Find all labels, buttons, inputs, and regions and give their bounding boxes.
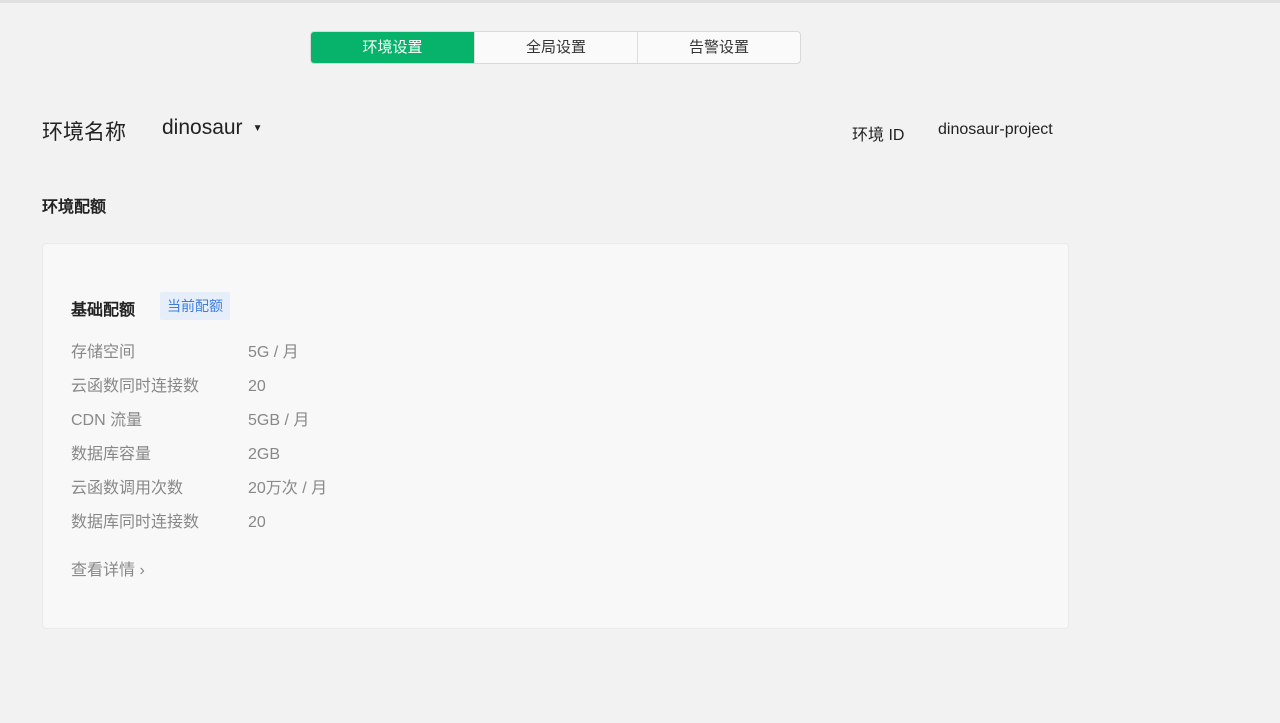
env-select[interactable]: dinosaur ▼: [162, 116, 262, 140]
quota-value: 5GB / 月: [248, 412, 310, 429]
env-id-value: dinosaur-project: [938, 121, 1053, 138]
settings-tabs: 环境设置 全局设置 告警设置: [310, 31, 801, 64]
tab-alert-settings[interactable]: 告警设置: [637, 32, 800, 63]
quota-value: 20: [248, 378, 266, 395]
quota-key: 数据库容量: [71, 446, 152, 463]
quota-key: 云函数调用次数: [71, 480, 184, 497]
quota-card: 基础配额 当前配额 存储空间 5G / 月 云函数同时连接数 20 CDN 流量 5G…: [42, 243, 1069, 629]
quota-key: 存储空间: [71, 344, 136, 361]
quota-row: 数据库容量 2GB: [71, 440, 280, 464]
chevron-right-icon: ›: [139, 562, 145, 579]
quota-key: CDN 流量: [71, 412, 143, 429]
current-quota-badge: 当前配额: [160, 292, 230, 320]
tab-env-settings[interactable]: 环境设置: [311, 32, 474, 63]
quota-row: 云函数同时连接数 20: [71, 372, 266, 396]
quota-value: 2GB: [248, 446, 281, 463]
env-id-label: 环境 ID: [852, 127, 905, 144]
quota-row: 数据库同时连接数 20: [71, 508, 266, 532]
quota-row: 存储空间 5G / 月: [71, 338, 299, 362]
view-details-label: 查看详情: [71, 562, 136, 579]
quota-value: 5G / 月: [248, 344, 299, 361]
env-name: dinosaur: [162, 116, 243, 139]
view-details-link[interactable]: 查看详情 ›: [71, 556, 145, 580]
section-title: 环境配额: [42, 199, 107, 216]
quota-row: 云函数调用次数 20万次 / 月: [71, 474, 327, 498]
card-title: 基础配额: [71, 302, 136, 319]
quota-value: 20: [248, 514, 266, 531]
quota-key: 数据库同时连接数: [71, 514, 200, 531]
caret-down-icon: ▼: [252, 122, 263, 134]
quota-key: 云函数同时连接数: [71, 378, 200, 395]
tab-global-settings[interactable]: 全局设置: [474, 32, 637, 63]
env-name-label: 环境名称: [42, 121, 126, 144]
quota-value: 20万次 / 月: [248, 480, 328, 497]
quota-row: CDN 流量 5GB / 月: [71, 406, 309, 430]
